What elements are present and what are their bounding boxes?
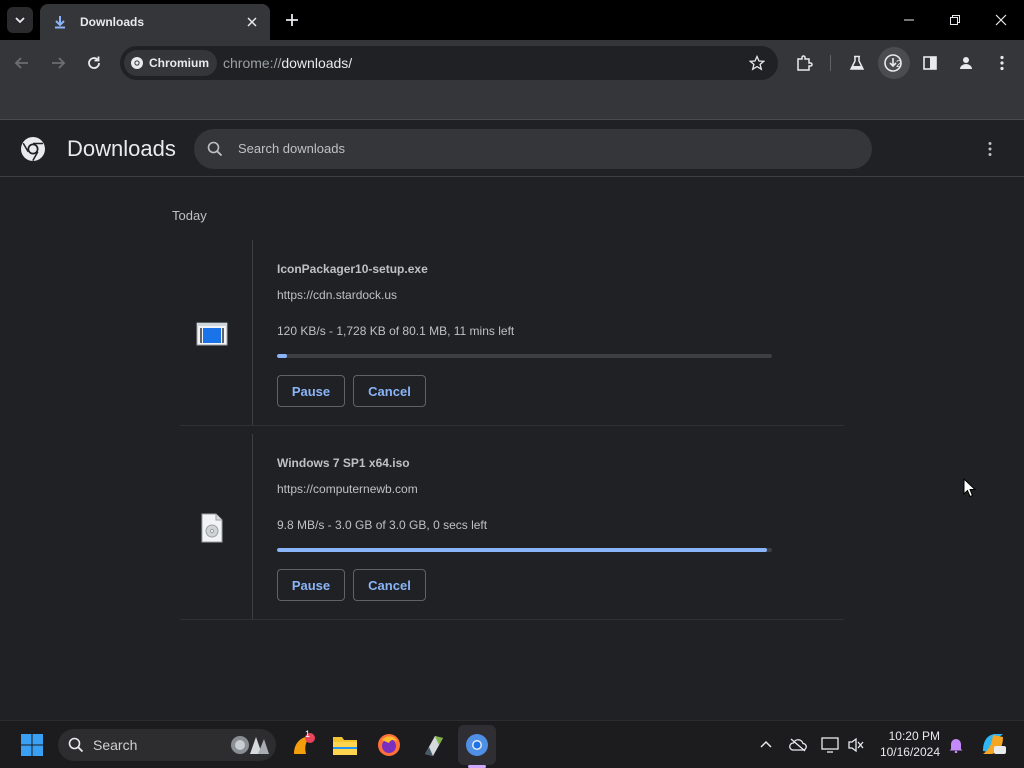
chromium-logo-icon bbox=[21, 137, 45, 161]
close-tab-icon[interactable] bbox=[244, 14, 260, 30]
taskbar: Search 1 10:20 PM 10/16/2024 bbox=[0, 720, 1024, 768]
volume-muted-icon[interactable] bbox=[846, 735, 866, 755]
browser-toolbar: Chromium chrome://downloads/ 2 bbox=[0, 40, 1024, 86]
profile-icon bbox=[960, 57, 972, 69]
reload-button[interactable] bbox=[82, 51, 106, 75]
search-highlight-icon bbox=[231, 736, 269, 754]
file-name[interactable]: Windows 7 SP1 x64.iso bbox=[277, 456, 410, 470]
file-source-url[interactable]: https://cdn.stardock.us bbox=[277, 288, 397, 302]
site-chip-label: Chromium bbox=[149, 56, 209, 70]
pause-button[interactable]: Pause bbox=[277, 375, 345, 407]
download-item: Windows 7 SP1 x64.iso https://computerne… bbox=[180, 434, 844, 620]
side-panel-icon bbox=[923, 56, 937, 70]
progress-fill bbox=[277, 354, 288, 358]
back-button[interactable] bbox=[10, 51, 34, 75]
close-window-button[interactable] bbox=[989, 8, 1013, 32]
notification-bell-icon[interactable] bbox=[946, 735, 966, 755]
plus-icon bbox=[286, 14, 298, 26]
site-info-chip[interactable]: Chromium bbox=[124, 50, 217, 76]
cancel-button[interactable]: Cancel bbox=[353, 569, 426, 601]
bookmark-star-icon[interactable] bbox=[748, 54, 766, 72]
forward-arrow-icon bbox=[52, 57, 66, 69]
url-scheme: chrome:// bbox=[223, 55, 282, 71]
url-path: downloads/ bbox=[281, 55, 353, 71]
notification-badge: 1 bbox=[305, 729, 311, 739]
item-separator bbox=[180, 619, 844, 620]
installer-icon bbox=[194, 320, 230, 348]
new-tab-button[interactable] bbox=[282, 10, 302, 30]
taskbar-search-label: Search bbox=[93, 737, 138, 753]
progress-bar bbox=[277, 548, 772, 552]
address-bar[interactable]: Chromium chrome://downloads/ bbox=[120, 46, 778, 80]
search-icon bbox=[68, 737, 84, 753]
downloads-list: Today IconPackager10-setup.exe https://c… bbox=[0, 178, 1024, 720]
tab-search-button[interactable] bbox=[7, 7, 33, 33]
mouse-pointer-icon bbox=[963, 478, 977, 498]
firefox-icon[interactable] bbox=[375, 731, 403, 759]
chevron-down-icon bbox=[15, 17, 25, 24]
minimize-button[interactable] bbox=[897, 8, 921, 32]
progress-bar bbox=[277, 354, 772, 358]
tab-strip: Downloads bbox=[0, 0, 1024, 40]
download-count-badge: 2 bbox=[896, 59, 902, 70]
search-placeholder: Search downloads bbox=[238, 141, 345, 156]
file-source-url[interactable]: https://computernewb.com bbox=[277, 482, 418, 496]
minimize-icon bbox=[904, 19, 914, 21]
search-icon bbox=[207, 141, 223, 157]
reload-icon bbox=[88, 56, 100, 69]
flask-icon bbox=[849, 55, 865, 70]
cancel-button[interactable]: Cancel bbox=[353, 375, 426, 407]
windows-logo-icon bbox=[21, 734, 43, 756]
page-title: Downloads bbox=[67, 136, 176, 161]
item-divider bbox=[252, 240, 253, 426]
item-divider bbox=[252, 434, 253, 620]
file-name[interactable]: IconPackager10-setup.exe bbox=[277, 262, 428, 276]
chromium-taskbar-icon[interactable] bbox=[463, 731, 491, 759]
labs-button[interactable] bbox=[845, 51, 869, 75]
progress-fill bbox=[277, 548, 768, 552]
item-separator bbox=[180, 425, 844, 426]
taskbar-search[interactable]: Search bbox=[58, 729, 276, 761]
bookmarks-bar bbox=[0, 86, 1024, 120]
clock-date[interactable]: 10/16/2024 bbox=[868, 745, 940, 759]
show-hidden-icons-icon[interactable] bbox=[756, 735, 776, 755]
url-text: chrome://downloads/ bbox=[223, 55, 352, 71]
download-item: IconPackager10-setup.exe https://cdn.sta… bbox=[180, 240, 844, 426]
side-panel-button[interactable] bbox=[918, 51, 942, 75]
back-arrow-icon bbox=[14, 57, 28, 69]
onedrive-offline-icon[interactable] bbox=[788, 735, 808, 755]
forward-button[interactable] bbox=[46, 51, 70, 75]
page-header: Downloads Search downloads bbox=[0, 121, 1024, 177]
downloads-button[interactable]: 2 bbox=[878, 47, 910, 79]
start-button[interactable] bbox=[18, 731, 46, 759]
restore-button[interactable] bbox=[943, 8, 967, 32]
kebab-menu-icon bbox=[1000, 55, 1004, 71]
date-header: Today bbox=[172, 208, 207, 223]
pause-button[interactable]: Pause bbox=[277, 569, 345, 601]
copilot-pre-icon[interactable] bbox=[980, 731, 1006, 757]
restore-icon bbox=[950, 15, 960, 25]
close-icon bbox=[995, 14, 1007, 26]
disc-image-icon bbox=[194, 513, 230, 543]
download-progress-icon bbox=[884, 54, 902, 72]
browser-menu-button[interactable] bbox=[990, 51, 1014, 75]
chromium-logo-icon bbox=[131, 57, 143, 69]
copilot-app-icon[interactable]: 1 bbox=[289, 729, 317, 759]
tab-title: Downloads bbox=[80, 15, 145, 29]
clock-time[interactable]: 10:20 PM bbox=[878, 729, 940, 743]
download-status: 120 KB/s - 1,728 KB of 80.1 MB, 11 mins … bbox=[277, 324, 515, 338]
kebab-menu-icon bbox=[988, 142, 992, 156]
tab-downloads[interactable]: Downloads bbox=[40, 4, 270, 40]
profile-button[interactable] bbox=[954, 51, 978, 75]
download-icon bbox=[52, 14, 68, 30]
network-icon[interactable] bbox=[820, 735, 840, 755]
app-icon[interactable] bbox=[420, 731, 448, 759]
search-downloads-input[interactable]: Search downloads bbox=[194, 129, 872, 169]
file-explorer-icon[interactable] bbox=[331, 731, 359, 759]
extensions-button[interactable] bbox=[792, 51, 816, 75]
download-status: 9.8 MB/s - 3.0 GB of 3.0 GB, 0 secs left bbox=[277, 518, 488, 532]
puzzle-icon bbox=[797, 55, 813, 71]
toolbar-divider bbox=[830, 55, 831, 71]
downloads-menu-button[interactable] bbox=[980, 139, 1000, 159]
